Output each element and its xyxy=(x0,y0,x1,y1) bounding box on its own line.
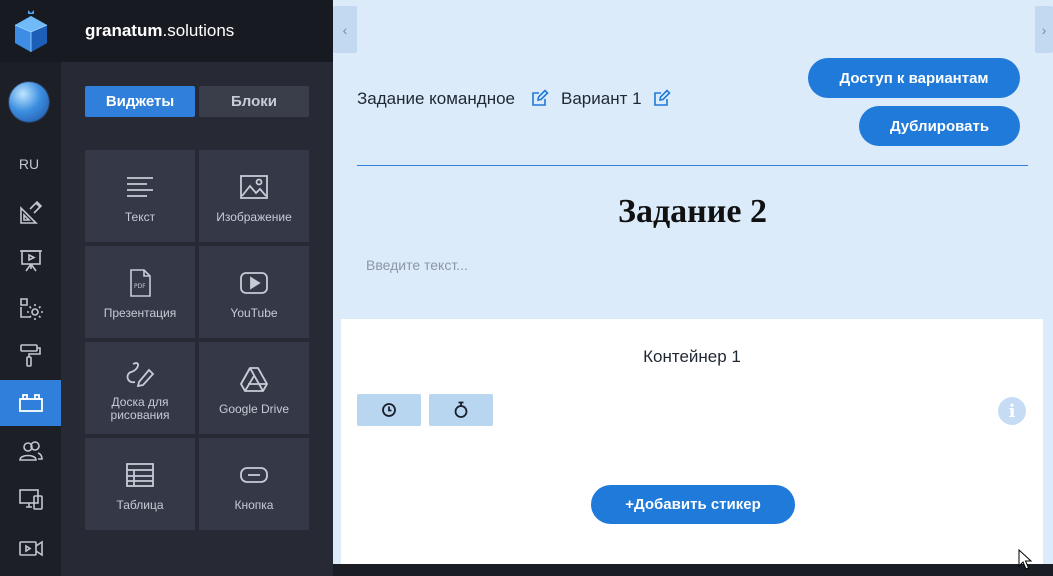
logo[interactable] xyxy=(0,0,61,62)
widget-label: Google Drive xyxy=(218,402,290,416)
blocks-icon xyxy=(18,394,43,412)
rail-item-devices[interactable] xyxy=(0,476,61,522)
brand-suffix: .solutions xyxy=(162,21,235,40)
widget-label: Таблица xyxy=(116,498,164,512)
text-lines-icon xyxy=(127,177,153,197)
icon-rail: RU xyxy=(0,0,61,576)
chevron-left-icon: ‹ xyxy=(342,21,348,38)
clock-button[interactable] xyxy=(357,394,421,426)
devices-icon xyxy=(18,489,43,510)
widget-youtube[interactable]: YouTube xyxy=(199,246,309,338)
crystal-logo-icon xyxy=(14,10,47,52)
edit-icon[interactable] xyxy=(531,89,549,107)
rail-item-design[interactable] xyxy=(0,190,61,236)
pdf-file-icon: PDF xyxy=(130,269,151,297)
task-text-input[interactable]: Введите текст... xyxy=(366,257,468,273)
widget-table[interactable]: Таблица xyxy=(85,438,195,530)
widget-label: Доска для рисования xyxy=(110,395,170,422)
variants-access-button[interactable]: Доступ к вариантам xyxy=(808,58,1020,98)
header-divider xyxy=(357,165,1028,166)
settings-gear-icon xyxy=(19,298,43,320)
widget-presentation[interactable]: PDF Презентация xyxy=(85,246,195,338)
widget-image[interactable]: Изображение xyxy=(199,150,309,242)
youtube-icon xyxy=(240,272,268,294)
widget-drawing-board[interactable]: Доска для рисования xyxy=(85,342,195,434)
widget-label: Изображение xyxy=(216,210,292,224)
image-icon xyxy=(240,175,268,199)
variant-name: Вариант 1 xyxy=(561,89,642,108)
add-sticker-button[interactable]: +Добавить стикер xyxy=(591,485,795,524)
users-icon xyxy=(18,441,43,461)
sticker-container: Контейнер 1 i +Добавить стикер xyxy=(341,319,1043,564)
app-window: RU granatum.solutions Виджеты Блоки Текс… xyxy=(0,0,1053,576)
brand-name: granatum xyxy=(85,21,163,40)
container-title[interactable]: Контейнер 1 xyxy=(341,347,1043,367)
rail-item-presentation[interactable] xyxy=(0,237,61,283)
video-camera-icon xyxy=(18,540,43,557)
user-avatar[interactable] xyxy=(9,82,49,122)
widget-label: YouTube xyxy=(230,306,278,320)
clock-icon xyxy=(382,403,396,417)
mouse-cursor-icon xyxy=(1018,549,1032,570)
ruler-pencil-icon xyxy=(19,200,42,224)
drawing-board-icon xyxy=(126,362,155,388)
duplicate-button[interactable]: Дублировать xyxy=(859,106,1020,146)
widget-label: Текст xyxy=(124,210,156,224)
collapse-right-button[interactable]: › xyxy=(1035,6,1053,53)
widget-button[interactable]: Кнопка xyxy=(199,438,309,530)
table-icon xyxy=(126,463,154,487)
tab-widgets[interactable]: Виджеты xyxy=(85,86,195,117)
bottom-bar xyxy=(333,564,1053,576)
task-heading[interactable]: Задание 2 xyxy=(357,193,1028,231)
task-name: Задание командное xyxy=(357,89,515,108)
rail-item-settings[interactable] xyxy=(0,285,61,331)
collapse-left-button[interactable]: ‹ xyxy=(333,6,357,53)
rail-item-users[interactable] xyxy=(0,428,61,474)
rail-item-video[interactable] xyxy=(0,525,61,571)
widget-label: Кнопка xyxy=(234,498,274,512)
edit-icon[interactable] xyxy=(653,89,671,107)
widget-google-drive[interactable]: Google Drive xyxy=(199,342,309,434)
brand-title: granatum.solutions xyxy=(61,0,333,62)
language-switch[interactable]: RU xyxy=(0,156,58,172)
tab-blocks[interactable]: Блоки xyxy=(199,86,309,117)
widget-text[interactable]: Текст xyxy=(85,150,195,242)
button-icon xyxy=(240,467,268,483)
svg-text:PDF: PDF xyxy=(134,283,146,290)
presentation-icon xyxy=(19,250,42,272)
widget-label: Презентация xyxy=(103,306,177,320)
rail-item-blocks[interactable] xyxy=(0,380,61,426)
stopwatch-button[interactable] xyxy=(429,394,493,426)
google-drive-icon xyxy=(240,367,268,392)
info-icon[interactable]: i xyxy=(998,397,1026,425)
stopwatch-icon xyxy=(454,401,468,418)
rail-item-theme[interactable] xyxy=(0,332,61,378)
paint-roller-icon xyxy=(19,344,41,367)
chevron-right-icon: › xyxy=(1041,21,1047,38)
